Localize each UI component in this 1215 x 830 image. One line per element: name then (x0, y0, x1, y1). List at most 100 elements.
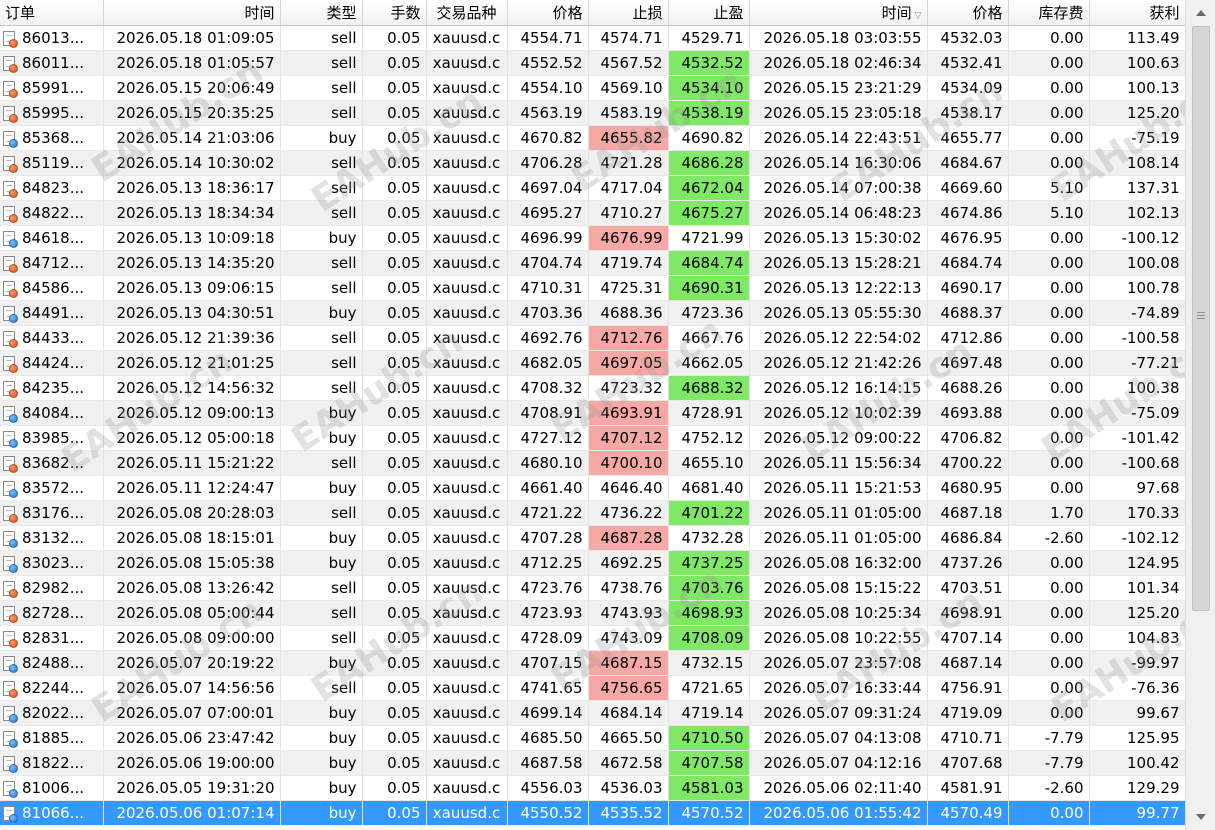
table-row[interactable]: 82244... 2026.05.07 14:56:56 sell 0.05 xauus… (0, 675, 1185, 701)
cell-symbol: xauusd.c (426, 50, 508, 76)
cell-lots: 0.05 (362, 100, 427, 126)
cell-order: 84424... (0, 350, 104, 376)
cell-open-price: 4727.12 (507, 425, 589, 451)
table-row[interactable]: 84424... 2026.05.12 21:01:25 sell 0.05 xauus… (0, 350, 1185, 376)
trade-history-grid[interactable]: 订单 时间 类型 手数 交易品种 价格 止损 止盈 时间 ▽ 价格 库存费 获利 86013... 202… (0, 0, 1185, 830)
table-row[interactable]: 82728... 2026.05.08 05:00:44 sell 0.05 xauus… (0, 600, 1185, 626)
cell-close-price: 4570.49 (927, 800, 1009, 826)
order-number: 83176... (22, 503, 85, 522)
cell-close-time: 2026.05.13 12:22:13 (749, 275, 928, 301)
cell-open-time: 2026.05.08 09:00:00 (103, 625, 281, 651)
cell-close-price: 4710.71 (927, 725, 1009, 751)
cell-close-price: 4700.22 (927, 450, 1009, 476)
column-header-symbol[interactable]: 交易品种 (426, 0, 508, 26)
cell-tp: 4662.05 (668, 350, 750, 376)
table-row[interactable]: 84822... 2026.05.13 18:34:34 sell 0.05 xauus… (0, 200, 1185, 226)
table-row[interactable]: 85995... 2026.05.15 20:35:25 sell 0.05 xauus… (0, 100, 1185, 126)
column-header-open-time[interactable]: 时间 (103, 0, 281, 26)
buy-order-icon (3, 305, 18, 323)
table-row[interactable]: 83023... 2026.05.08 15:05:38 buy 0.05 xauusd… (0, 550, 1185, 576)
table-row[interactable]: 84712... 2026.05.13 14:35:20 sell 0.05 xauus… (0, 250, 1185, 276)
table-row[interactable]: 85368... 2026.05.14 21:03:06 buy 0.05 xauusd… (0, 125, 1185, 151)
table-row[interactable]: 85991... 2026.05.15 20:06:49 sell 0.05 xauus… (0, 75, 1185, 101)
cell-close-time: 2026.05.13 05:55:30 (749, 300, 928, 326)
table-row[interactable]: 84618... 2026.05.13 10:09:18 buy 0.05 xauusd… (0, 225, 1185, 251)
table-row[interactable]: 85119... 2026.05.14 10:30:02 sell 0.05 xauus… (0, 150, 1185, 176)
cell-swap: 0.00 (1008, 675, 1090, 701)
cell-sl: 4710.27 (588, 200, 669, 226)
scroll-thumb[interactable] (1192, 26, 1210, 611)
cell-open-price: 4554.71 (507, 25, 589, 51)
table-row[interactable]: 83132... 2026.05.08 18:15:01 buy 0.05 xauusd… (0, 525, 1185, 551)
cell-open-price: 4685.50 (507, 725, 589, 751)
cell-open-price: 4680.10 (507, 450, 589, 476)
order-number: 86011... (22, 53, 85, 72)
table-row[interactable]: 82982... 2026.05.08 13:26:42 sell 0.05 xauus… (0, 575, 1185, 601)
table-row[interactable]: 83572... 2026.05.11 12:24:47 buy 0.05 xauusd… (0, 475, 1185, 501)
cell-close-price: 4534.09 (927, 75, 1009, 101)
table-row[interactable]: 82831... 2026.05.08 09:00:00 sell 0.05 xauus… (0, 625, 1185, 651)
table-row[interactable]: 86013... 2026.05.18 01:09:05 sell 0.05 xauus… (0, 25, 1185, 51)
cell-sl: 4736.22 (588, 500, 669, 526)
cell-swap: 0.00 (1008, 650, 1090, 676)
cell-swap: -2.60 (1008, 775, 1090, 801)
column-header-profit[interactable]: 获利 (1089, 0, 1185, 26)
order-number: 84433... (22, 328, 85, 347)
table-row[interactable]: 84235... 2026.05.12 14:56:32 sell 0.05 xauus… (0, 375, 1185, 401)
column-header-swap[interactable]: 库存费 (1008, 0, 1090, 26)
cell-symbol: xauusd.c (426, 500, 508, 526)
scroll-up-button[interactable] (1191, 4, 1211, 22)
table-row[interactable]: 82488... 2026.05.07 20:19:22 buy 0.05 xauusd… (0, 650, 1185, 676)
table-row[interactable]: 83985... 2026.05.12 05:00:18 buy 0.05 xauusd… (0, 425, 1185, 451)
column-header-lots[interactable]: 手数 (362, 0, 427, 26)
column-header-close-time[interactable]: 时间 ▽ (749, 0, 928, 26)
cell-close-time: 2026.05.07 04:13:08 (749, 725, 928, 751)
cell-open-price: 4706.28 (507, 150, 589, 176)
table-row[interactable]: 81822... 2026.05.06 19:00:00 buy 0.05 xauusd… (0, 750, 1185, 776)
cell-sl: 4574.71 (588, 25, 669, 51)
cell-close-time: 2026.05.15 23:05:18 (749, 100, 928, 126)
cell-symbol: xauusd.c (426, 800, 508, 826)
table-row[interactable]: 84491... 2026.05.13 04:30:51 buy 0.05 xauusd… (0, 300, 1185, 326)
table-row[interactable]: 81885... 2026.05.06 23:47:42 buy 0.05 xauusd… (0, 725, 1185, 751)
cell-profit: 137.31 (1089, 175, 1185, 201)
table-row[interactable]: 83176... 2026.05.08 20:28:03 sell 0.05 xauus… (0, 500, 1185, 526)
column-header-order[interactable]: 订单 (0, 0, 104, 26)
table-row[interactable]: 81066... 2026.05.06 01:07:14 buy 0.05 xauusd… (0, 800, 1185, 826)
table-row[interactable]: 86011... 2026.05.18 01:05:57 sell 0.05 xauus… (0, 50, 1185, 76)
cell-profit: 99.77 (1089, 800, 1185, 826)
column-header-tp[interactable]: 止盈 (668, 0, 750, 26)
cell-type: buy (280, 300, 363, 326)
order-type-dot-icon (9, 113, 18, 123)
table-row[interactable]: 81006... 2026.05.05 19:31:20 buy 0.05 xauusd… (0, 775, 1185, 801)
cell-open-time: 2026.05.12 09:00:13 (103, 400, 281, 426)
cell-sl: 4567.52 (588, 50, 669, 76)
cell-symbol: xauusd.c (426, 725, 508, 751)
cell-symbol: xauusd.c (426, 700, 508, 726)
table-row[interactable]: 82022... 2026.05.07 07:00:01 buy 0.05 xauusd… (0, 700, 1185, 726)
buy-order-icon (3, 780, 18, 798)
column-header-sl[interactable]: 止损 (588, 0, 669, 26)
scroll-down-button[interactable] (1191, 808, 1211, 826)
vertical-scrollbar[interactable] (1185, 0, 1215, 830)
cell-order: 81006... (0, 775, 104, 801)
table-row[interactable]: 84586... 2026.05.13 09:06:15 sell 0.05 xauus… (0, 275, 1185, 301)
table-row[interactable]: 84084... 2026.05.12 09:00:13 buy 0.05 xauusd… (0, 400, 1185, 426)
cell-close-time: 2026.05.11 01:05:00 (749, 525, 928, 551)
table-row[interactable]: 84433... 2026.05.12 21:39:36 sell 0.05 xauus… (0, 325, 1185, 351)
table-row[interactable]: 84823... 2026.05.13 18:36:17 sell 0.05 xauus… (0, 175, 1185, 201)
cell-open-time: 2026.05.11 12:24:47 (103, 475, 281, 501)
cell-symbol: xauusd.c (426, 450, 508, 476)
table-row[interactable]: 83682... 2026.05.11 15:21:22 sell 0.05 xauus… (0, 450, 1185, 476)
order-number: 83023... (22, 553, 85, 572)
column-header-open-price[interactable]: 价格 (507, 0, 589, 26)
column-header-close-price[interactable]: 价格 (927, 0, 1009, 26)
column-header-type[interactable]: 类型 (280, 0, 363, 26)
cell-open-price: 4692.76 (507, 325, 589, 351)
cell-lots: 0.05 (362, 75, 427, 101)
cell-order: 81066... (0, 800, 104, 826)
buy-order-icon (3, 530, 18, 548)
order-number: 84586... (22, 278, 85, 297)
cell-profit: -99.97 (1089, 650, 1185, 676)
cell-close-price: 4688.37 (927, 300, 1009, 326)
